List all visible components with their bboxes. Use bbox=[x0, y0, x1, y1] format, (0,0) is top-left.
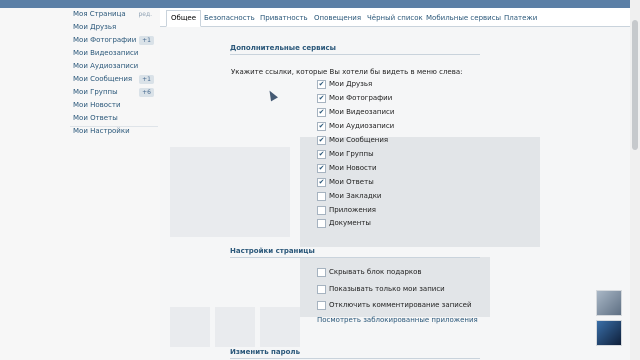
checkbox[interactable] bbox=[317, 206, 326, 215]
services-prompt: Укажите ссылки, которые Вы хотели бы вид… bbox=[231, 68, 463, 76]
edit-link[interactable]: ред. bbox=[138, 8, 152, 21]
checkbox[interactable]: ✔ bbox=[317, 164, 326, 173]
sidebar-item-label: Мои Видеозаписи bbox=[73, 49, 139, 57]
sidebar-item-friends[interactable]: Мои Друзья bbox=[70, 21, 156, 34]
sidebar-item-messages[interactable]: Мои Сообщения +1 bbox=[70, 73, 156, 86]
option-label: Показывать только мои записи bbox=[329, 285, 445, 293]
checkbox[interactable] bbox=[317, 268, 326, 277]
checkbox[interactable] bbox=[317, 219, 326, 228]
tab-general[interactable]: Общее bbox=[166, 10, 202, 27]
option-label: Документы bbox=[329, 219, 371, 227]
count-badge: +6 bbox=[139, 88, 154, 97]
checkbox[interactable]: ✔ bbox=[317, 108, 326, 117]
tab-security[interactable]: Безопасность bbox=[204, 12, 255, 24]
option-label: Мои Друзья bbox=[329, 80, 373, 88]
sidebar-item-groups[interactable]: Мои Группы +6 bbox=[70, 86, 156, 99]
sidebar-item-photos[interactable]: Мои Фотографии +1 bbox=[70, 34, 156, 47]
checkbox[interactable]: ✔ bbox=[317, 122, 326, 131]
sidebar-item-settings[interactable]: Мои Настройки bbox=[70, 125, 156, 138]
background-ghost bbox=[170, 307, 210, 347]
option-label: Мои Фотографии bbox=[329, 94, 393, 102]
left-sidebar: Моя Страница ред. Мои Друзья Мои Фотогра… bbox=[0, 8, 160, 360]
avatar[interactable] bbox=[596, 320, 622, 346]
option-label: Мои Аудиозаписи bbox=[329, 122, 395, 130]
avatar[interactable] bbox=[596, 290, 622, 316]
vertical-scrollbar[interactable] bbox=[630, 0, 640, 360]
count-badge: +1 bbox=[139, 75, 154, 84]
checkbox[interactable]: ✔ bbox=[317, 178, 326, 187]
sidebar-item-label: Мои Друзья bbox=[73, 23, 117, 31]
sidebar-item-news[interactable]: Мои Новости bbox=[70, 99, 156, 112]
checkbox[interactable]: ✔ bbox=[317, 150, 326, 159]
tab-payments[interactable]: Платежи bbox=[504, 12, 537, 24]
sidebar-item-videos[interactable]: Мои Видеозаписи bbox=[70, 47, 156, 60]
checkbox[interactable] bbox=[317, 192, 326, 201]
sidebar-item-label: Мои Фотографии bbox=[73, 36, 137, 44]
scrollbar-thumb[interactable] bbox=[632, 20, 638, 150]
option-label: Мои Группы bbox=[329, 150, 374, 158]
checkbox[interactable]: ✔ bbox=[317, 80, 326, 89]
background-ghost bbox=[260, 307, 300, 347]
section-title-services: Дополнительные сервисы bbox=[230, 44, 336, 52]
settings-content: Дополнительные сервисы Укажите ссылки, к… bbox=[160, 27, 630, 360]
top-header-bar bbox=[0, 0, 630, 8]
sidebar-item-label: Мои Сообщения bbox=[73, 75, 133, 83]
option-label: Скрывать блок подарков bbox=[329, 268, 422, 276]
sidebar-item-my-page[interactable]: Моя Страница ред. bbox=[70, 8, 156, 21]
background-ghost bbox=[215, 307, 255, 347]
section-title-page-settings: Настройки страницы bbox=[230, 247, 315, 255]
option-label: Мои Ответы bbox=[329, 178, 374, 186]
checkbox[interactable] bbox=[317, 301, 326, 310]
tab-mobile-services[interactable]: Мобильные сервисы bbox=[426, 12, 501, 24]
sidebar-item-label: Мои Новости bbox=[73, 101, 121, 109]
blocked-apps-link[interactable]: Посмотреть заблокированные приложения bbox=[317, 316, 478, 324]
option-label: Мои Сообщения bbox=[329, 136, 389, 144]
section-title-change-password: Изменить пароль bbox=[230, 348, 300, 356]
settings-panel: Общее Безопасность Приватность Оповещени… bbox=[160, 8, 630, 360]
option-label: Приложения bbox=[329, 206, 376, 214]
sidebar-item-label: Мои Группы bbox=[73, 88, 118, 96]
settings-tabs: Общее Безопасность Приватность Оповещени… bbox=[160, 8, 630, 27]
option-label: Мои Новости bbox=[329, 164, 377, 172]
checkbox[interactable] bbox=[317, 285, 326, 294]
section-divider bbox=[230, 358, 480, 359]
sidebar-item-label: Мои Ответы bbox=[73, 114, 118, 122]
option-label: Мои Видеозаписи bbox=[329, 108, 395, 116]
sidebar-item-label: Моя Страница bbox=[73, 10, 126, 18]
sidebar-item-label: Мои Аудиозаписи bbox=[73, 62, 139, 70]
checkbox[interactable]: ✔ bbox=[317, 94, 326, 103]
tab-blacklist[interactable]: Чёрный список bbox=[367, 12, 423, 24]
section-divider bbox=[230, 54, 480, 55]
option-label: Мои Закладки bbox=[329, 192, 382, 200]
tab-notifications[interactable]: Оповещения bbox=[314, 12, 361, 24]
section-divider bbox=[230, 257, 480, 258]
checkbox[interactable]: ✔ bbox=[317, 136, 326, 145]
option-label: Отключить комментирование записей bbox=[329, 301, 472, 309]
count-badge: +1 bbox=[139, 36, 154, 45]
sidebar-item-answers[interactable]: Мои Ответы bbox=[70, 112, 156, 125]
background-ghost bbox=[170, 147, 290, 237]
sidebar-item-label: Мои Настройки bbox=[73, 127, 130, 135]
sidebar-item-audio[interactable]: Мои Аудиозаписи bbox=[70, 60, 156, 73]
tab-privacy[interactable]: Приватность bbox=[260, 12, 308, 24]
